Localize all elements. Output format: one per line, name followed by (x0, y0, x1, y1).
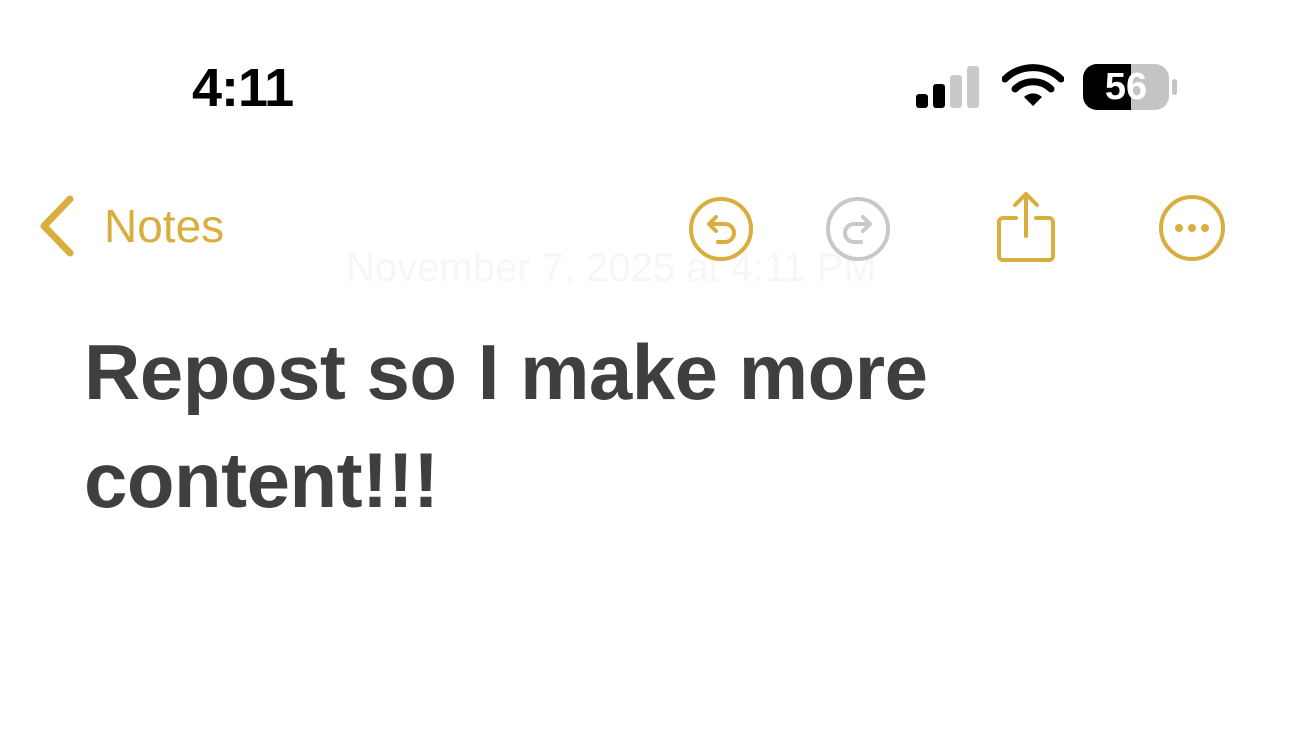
battery-percent: 56 (1104, 66, 1148, 108)
notes-screen: 4:11 56 November 7, 2025 at 4:11 PM Note… (0, 0, 1290, 756)
note-body-text[interactable]: Repost so I make more content!!! (84, 318, 1064, 534)
back-label: Notes (104, 200, 225, 252)
signal-bar-3 (950, 75, 962, 108)
chevron-left-icon (40, 195, 74, 257)
cellular-signal-icon (916, 66, 979, 108)
undo-icon[interactable] (688, 196, 754, 262)
share-icon[interactable] (996, 190, 1056, 264)
signal-bar-1 (916, 94, 928, 108)
status-time: 4:11 (192, 58, 294, 118)
more-icon[interactable] (1158, 194, 1226, 262)
signal-bar-4 (967, 66, 979, 108)
back-button[interactable]: Notes (36, 190, 224, 262)
wifi-icon (1002, 64, 1064, 106)
signal-bar-2 (933, 84, 945, 108)
redo-icon[interactable] (825, 196, 891, 262)
